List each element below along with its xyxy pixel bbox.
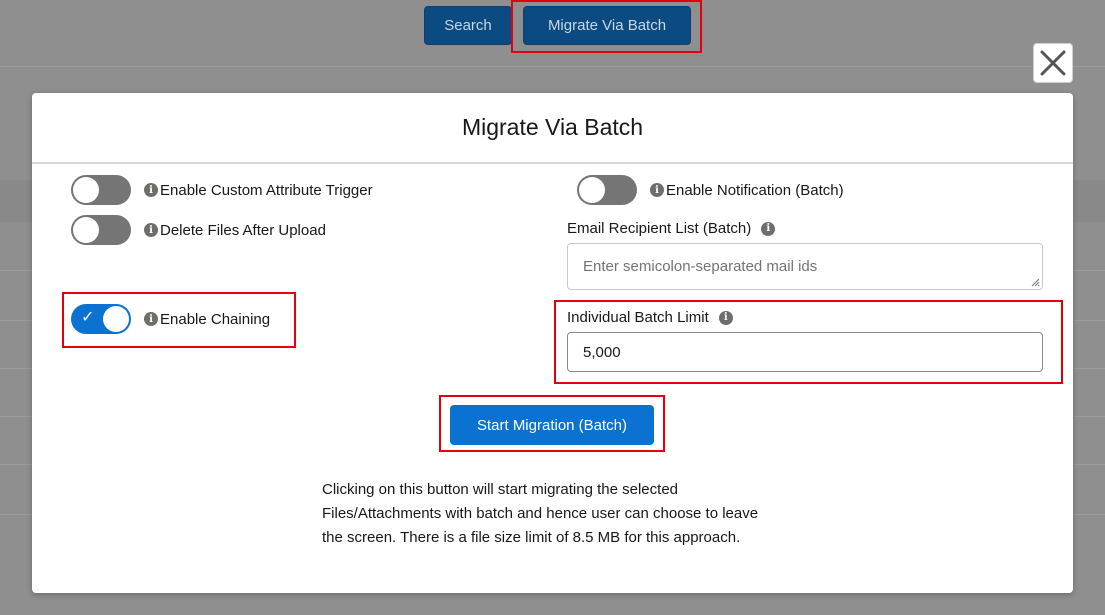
email-recipient-textarea[interactable]: Enter semicolon-separated mail ids: [567, 243, 1043, 290]
info-icon[interactable]: i: [144, 183, 158, 197]
migration-description: Clicking on this button will start migra…: [322, 481, 759, 546]
info-icon[interactable]: i: [144, 312, 158, 326]
start-migration-button[interactable]: Start Migration (Batch): [450, 405, 654, 445]
notification-toggle[interactable]: [577, 175, 637, 205]
enable-chaining-toggle[interactable]: ✓: [71, 304, 131, 334]
info-icon[interactable]: i: [650, 183, 664, 197]
modal-header: Migrate Via Batch: [32, 93, 1073, 164]
email-recipient-label-row: Email Recipient List (Batch) i: [567, 220, 776, 237]
modal-title: Migrate Via Batch: [461, 114, 644, 140]
notification-label: Enable Notification (Batch): [666, 181, 844, 199]
migrate-via-batch-button[interactable]: Migrate Via Batch: [523, 6, 691, 45]
info-icon[interactable]: i: [761, 221, 776, 236]
close-button[interactable]: [1033, 43, 1073, 83]
divider: [0, 66, 1105, 67]
info-icon[interactable]: i: [144, 223, 158, 237]
toggle-knob: [73, 217, 99, 243]
batch-limit-label-row: Individual Batch Limit i: [567, 309, 733, 326]
checkmark-icon: ✓: [81, 309, 95, 326]
delete-files-row: i Delete Files After Upload: [71, 215, 326, 245]
toggle-knob: [73, 177, 99, 203]
email-recipient-label: Email Recipient List (Batch): [567, 220, 752, 237]
toggle-knob: [579, 177, 605, 203]
close-icon: [1040, 50, 1066, 76]
delete-files-label: Delete Files After Upload: [160, 221, 326, 239]
custom-attribute-trigger-row: i Enable Custom Attribute Trigger: [71, 175, 373, 205]
batch-limit-value: 5,000: [583, 343, 621, 361]
batch-limit-label: Individual Batch Limit: [567, 309, 709, 326]
notification-row: i Enable Notification (Batch): [577, 175, 844, 205]
custom-attribute-trigger-toggle[interactable]: [71, 175, 131, 205]
delete-files-toggle[interactable]: [71, 215, 131, 245]
batch-limit-input[interactable]: 5,000: [567, 332, 1043, 372]
enable-chaining-label: Enable Chaining: [160, 310, 271, 328]
search-button[interactable]: Search: [424, 6, 512, 45]
custom-attribute-trigger-label: Enable Custom Attribute Trigger: [160, 181, 373, 199]
email-placeholder: Enter semicolon-separated mail ids: [583, 258, 818, 275]
info-icon[interactable]: i: [718, 310, 733, 325]
toggle-knob: [103, 306, 129, 332]
resize-grip-icon[interactable]: [1031, 278, 1040, 287]
migrate-via-batch-modal: Migrate Via Batch i Enable Custom Attrib…: [32, 93, 1073, 593]
enable-chaining-row: ✓ i Enable Chaining: [71, 304, 270, 334]
